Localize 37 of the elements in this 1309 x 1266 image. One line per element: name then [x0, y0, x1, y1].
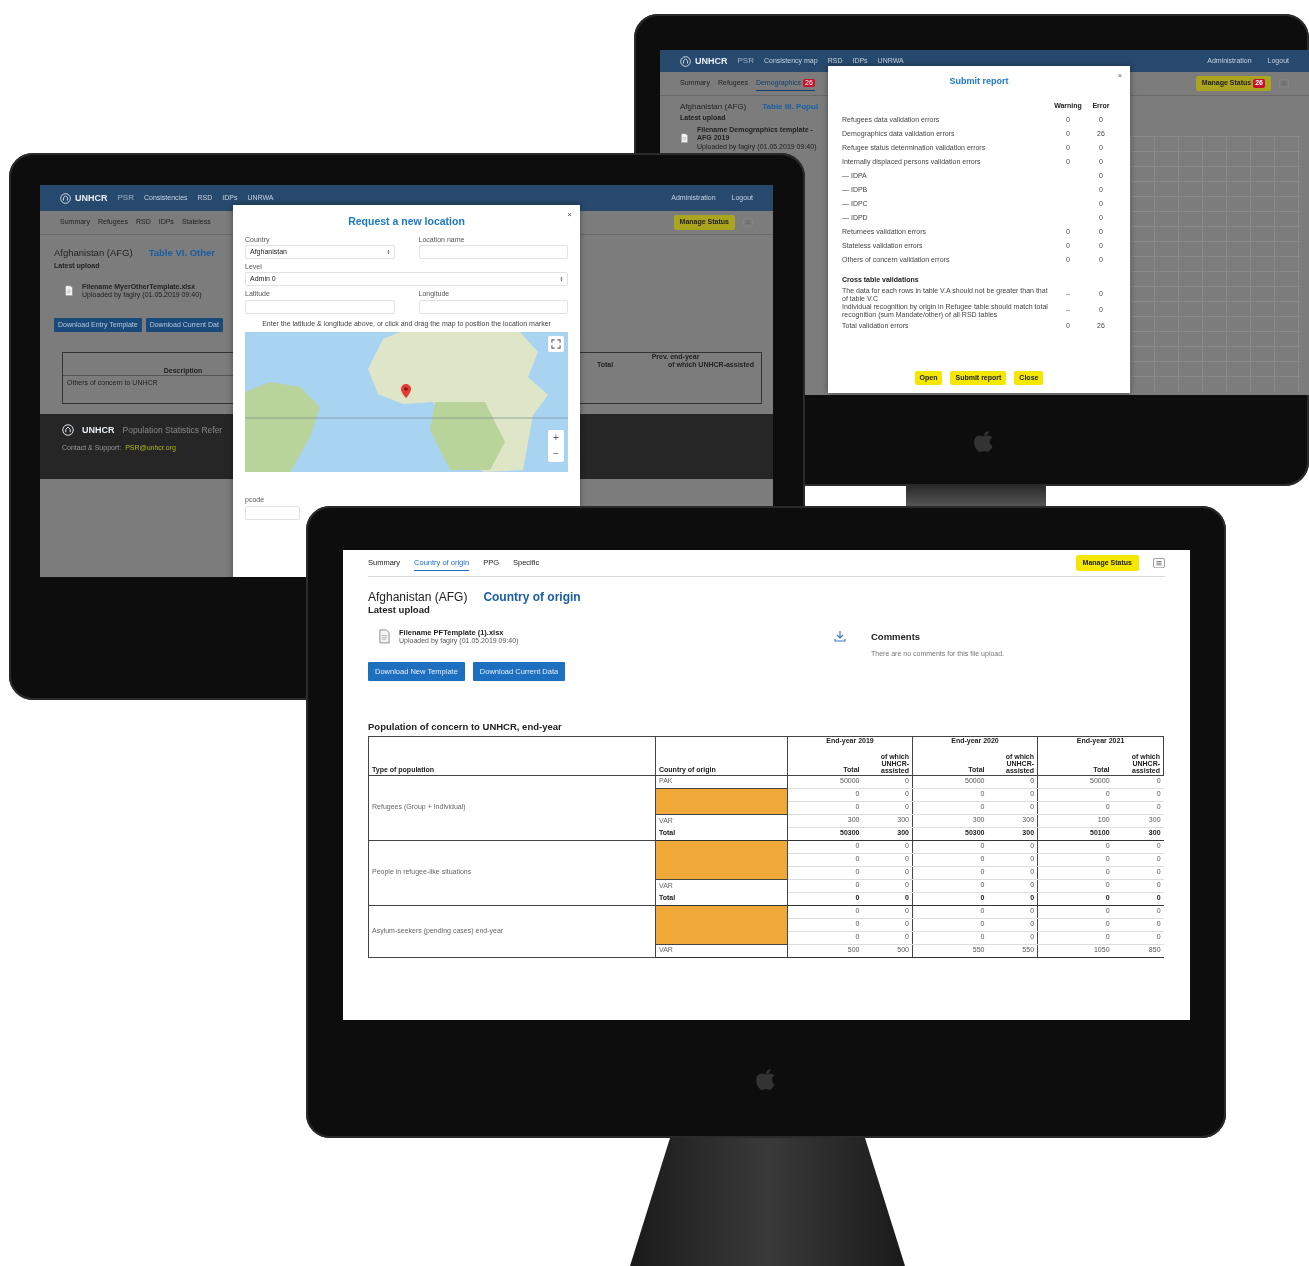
input-field[interactable] — [245, 299, 395, 314]
page-subtitle: Table III. Popul — [762, 102, 819, 112]
emblem-icon — [62, 423, 74, 436]
logo-text: UNHCR — [82, 424, 115, 436]
section-heading: Comments — [871, 631, 921, 643]
menu-icon — [1153, 557, 1165, 569]
footer-title: Population Statistics Refer — [122, 424, 223, 436]
app-name: PSR — [117, 193, 134, 203]
page-title: Afghanistan (AFG) — [54, 247, 133, 259]
zoom-out-button[interactable]: − — [548, 446, 564, 463]
document-icon — [378, 629, 391, 644]
zoom-in-button[interactable]: + — [548, 430, 564, 447]
page-subtitle: Table VI. Other — [148, 247, 215, 259]
table-title: Population of concern to UNHCR, end-year — [368, 721, 562, 733]
input-field[interactable] — [418, 299, 568, 314]
caret-icon — [386, 249, 390, 255]
emblem-icon — [680, 55, 691, 67]
app-name: PSR — [737, 56, 754, 66]
fullscreen-icon — [551, 339, 561, 350]
input-field[interactable] — [418, 245, 568, 259]
section-heading: Latest upload — [368, 604, 431, 616]
modal-title: Request a new location — [347, 215, 466, 228]
page-subtitle: Country of origin — [483, 590, 581, 605]
logo-text: UNHCR — [695, 55, 728, 67]
page-title: Afghanistan (AFG) — [680, 102, 747, 112]
close-button[interactable]: × — [567, 211, 572, 219]
modal-title: Submit report — [948, 76, 1010, 87]
page-title: Afghanistan (AFG) — [368, 590, 468, 605]
document-icon — [64, 285, 74, 297]
caret-icon — [560, 276, 563, 283]
logo-text: UNHCR — [75, 192, 108, 204]
document-icon — [680, 133, 689, 144]
input-field[interactable] — [245, 505, 300, 520]
download-icon — [834, 630, 846, 643]
emblem-icon — [60, 192, 71, 204]
location-marker-icon — [401, 384, 411, 399]
fullscreen-button[interactable] — [548, 336, 564, 353]
